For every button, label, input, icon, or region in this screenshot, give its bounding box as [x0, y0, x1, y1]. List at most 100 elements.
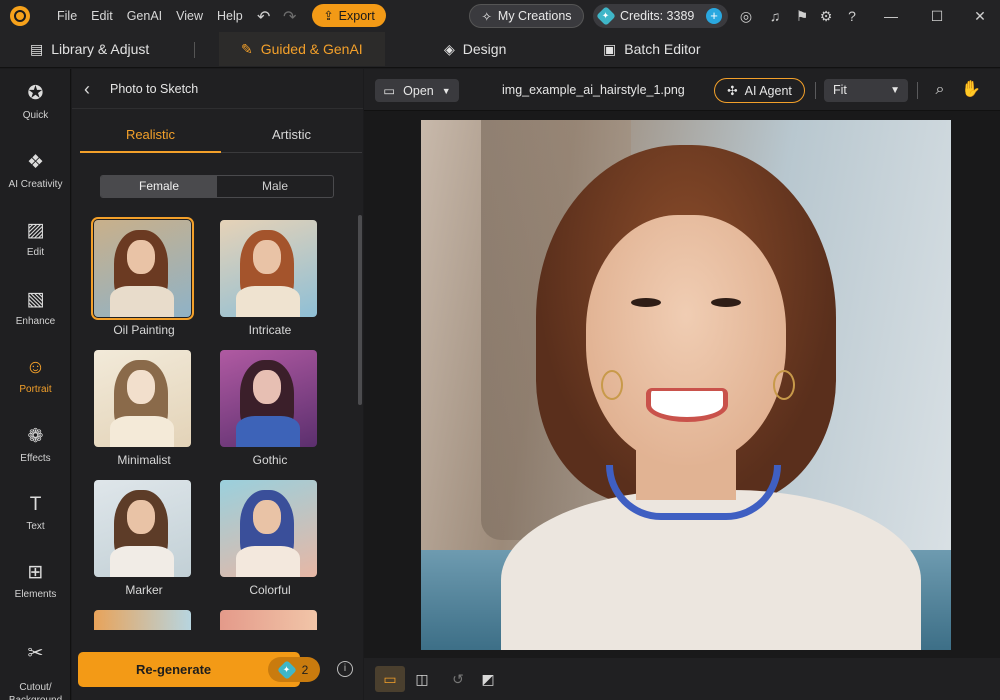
style-tabs: Realistic Artistic: [80, 119, 362, 153]
rail-item-elements[interactable]: ⊞ Elements: [0, 561, 71, 600]
menu-view[interactable]: View: [169, 9, 210, 23]
account-icon[interactable]: ◎: [737, 7, 755, 25]
enhance-icon: ▧: [26, 289, 45, 310]
compare-view-icon[interactable]: ◫: [407, 666, 437, 692]
back-chevron-icon[interactable]: ‹: [84, 79, 90, 100]
mode-design[interactable]: ◈ Design: [444, 32, 506, 66]
gender-male-button[interactable]: Male: [217, 176, 333, 197]
rail-item-edit[interactable]: ▨ Edit: [0, 219, 71, 258]
before-after-icon[interactable]: ◩: [473, 666, 503, 692]
notification-bell-icon[interactable]: ♫: [766, 7, 784, 25]
sparkle-icon: ✧: [481, 9, 492, 24]
tab-label: Artistic: [272, 127, 311, 142]
menu-file[interactable]: File: [50, 9, 84, 23]
rail-item-quick[interactable]: ✪ Quick: [0, 82, 71, 121]
ai-agent-button[interactable]: ✣ AI Agent: [714, 78, 805, 103]
style-card-oil-painting[interactable]: Oil Painting: [91, 217, 194, 337]
mode-guided-genai[interactable]: ✎ Guided & GenAI: [219, 32, 385, 66]
rail-item-enhance[interactable]: ▧ Enhance: [0, 288, 71, 327]
mode-label: Library & Adjust: [51, 41, 150, 57]
mode-batch-editor[interactable]: ▣ Batch Editor: [603, 32, 701, 66]
style-card-colorful[interactable]: Colorful: [220, 480, 320, 597]
mode-label: Guided & GenAI: [260, 41, 363, 57]
rail-label: Portrait: [19, 384, 52, 395]
rail-item-effects[interactable]: ❁ Effects: [0, 425, 71, 464]
gender-toggle: Female Male: [100, 175, 334, 198]
zoom-select[interactable]: Fit ▼: [824, 79, 908, 102]
style-label: Gothic: [252, 453, 288, 467]
style-card-partial[interactable]: [94, 610, 194, 630]
panel-title: Photo to Sketch: [110, 82, 199, 96]
tab-realistic[interactable]: Realistic: [80, 127, 221, 142]
portrait-photo[interactable]: [421, 120, 951, 650]
undo-icon[interactable]: ↶: [257, 7, 270, 27]
minimize-icon[interactable]: —: [881, 6, 901, 26]
zoom-search-icon[interactable]: ⌕: [930, 80, 950, 100]
export-label: Export: [338, 8, 375, 23]
mode-label: Batch Editor: [624, 41, 701, 57]
style-thumbnail: [94, 480, 191, 577]
ai-agent-label: AI Agent: [744, 83, 792, 98]
rail-label: Edit: [26, 247, 45, 258]
export-button[interactable]: ⇪ Export: [312, 4, 386, 27]
maximize-icon[interactable]: ☐: [927, 6, 947, 26]
menu-edit[interactable]: Edit: [84, 9, 120, 23]
ai-agent-icon: ✣: [727, 84, 738, 98]
feedback-icon[interactable]: ⚑: [793, 7, 811, 25]
rail-item-text[interactable]: T Text: [0, 493, 71, 532]
my-creations-button[interactable]: ✧ My Creations: [469, 4, 584, 28]
rail-item-portrait[interactable]: ☺ Portrait: [0, 356, 71, 395]
single-view-icon[interactable]: ▭: [375, 666, 405, 692]
elements-icon: ⊞: [27, 562, 44, 583]
style-card-marker[interactable]: Marker: [94, 480, 194, 597]
tool-rail: ✪ Quick ❖ AI Creativity ▨ Edit ▧ Enhance…: [0, 69, 71, 700]
style-card-partial[interactable]: [220, 610, 320, 630]
open-button[interactable]: ▭ Open ▼: [375, 79, 459, 102]
regenerate-button[interactable]: Re-generate ✦ 2: [78, 652, 320, 687]
history-icon[interactable]: ↺: [443, 666, 473, 692]
rail-label: Cutout/ Background: [9, 682, 62, 700]
mode-library-adjust[interactable]: ▤ Library & Adjust: [30, 32, 149, 66]
menu-genai[interactable]: GenAI: [120, 9, 169, 23]
rail-item-cutout-background[interactable]: ✂ Cutout/ Background: [0, 629, 71, 700]
credits-label: Credits: 3389: [620, 9, 695, 23]
panel-scrollbar[interactable]: [358, 215, 362, 405]
canvas-toolbar: ▭ Open ▼ img_example_ai_hairstyle_1.png …: [364, 69, 1000, 111]
style-thumbnail: [94, 610, 191, 630]
magic-wand-icon: ✎: [241, 40, 253, 57]
style-card-intricate[interactable]: Intricate: [220, 220, 320, 337]
tab-label: Realistic: [125, 127, 176, 142]
mode-label: Design: [462, 41, 507, 57]
close-icon[interactable]: ✕: [970, 6, 990, 26]
rail-label: Enhance: [15, 316, 56, 327]
credits-badge[interactable]: ✦ Credits: 3389 +: [593, 4, 728, 28]
style-card-gothic[interactable]: Gothic: [220, 350, 320, 467]
rail-label: Elements: [14, 589, 57, 600]
rail-label: Quick: [22, 110, 49, 121]
library-icon: ▤: [30, 40, 44, 57]
style-card-minimalist[interactable]: Minimalist: [94, 350, 194, 467]
style-thumbnail: [220, 480, 317, 577]
gender-female-button[interactable]: Female: [101, 176, 217, 197]
help-icon[interactable]: ?: [843, 7, 861, 25]
menu-bar: File Edit GenAI View Help: [50, 0, 250, 32]
app-logo-icon: [10, 6, 30, 26]
style-label: Marker: [125, 583, 163, 597]
layers-icon: ◈: [444, 40, 455, 57]
redo-icon[interactable]: ↷: [283, 7, 296, 27]
ai-creativity-icon: ❖: [26, 152, 45, 173]
rail-item-ai-creativity[interactable]: ❖ AI Creativity: [0, 151, 71, 190]
chevron-down-icon: ▼: [441, 85, 451, 96]
add-credits-icon[interactable]: +: [706, 8, 722, 24]
canvas-bottom-toolbar: ▭ ◫ ↺ ◩: [364, 658, 1000, 700]
zoom-value: Fit: [833, 83, 847, 97]
batch-images-icon: ▣: [603, 40, 617, 57]
divider: [917, 82, 918, 99]
hand-pan-icon[interactable]: ✋: [961, 80, 981, 100]
settings-gear-icon[interactable]: ⚙: [817, 7, 835, 25]
info-icon[interactable]: i: [337, 661, 353, 677]
credit-icon: ✦: [596, 6, 616, 26]
menu-help[interactable]: Help: [210, 9, 250, 23]
tab-active-indicator: [80, 151, 221, 153]
tab-artistic[interactable]: Artistic: [221, 127, 362, 142]
